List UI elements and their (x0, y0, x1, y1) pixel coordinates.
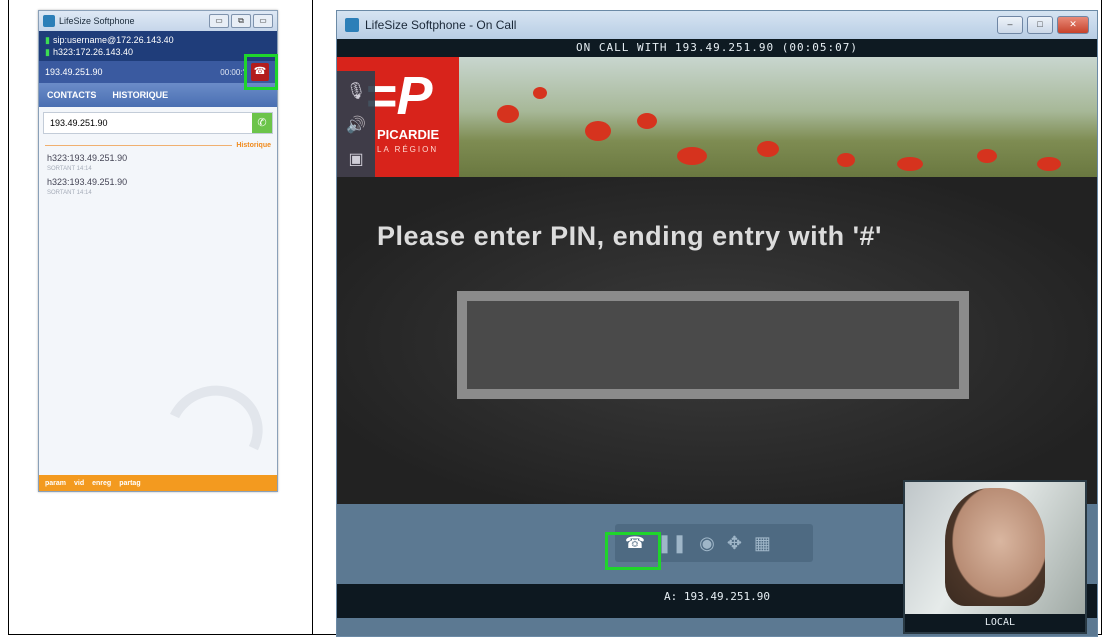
restore-button[interactable]: ⧉ (231, 14, 251, 28)
highlight-hangup-control (605, 532, 661, 570)
record-icon[interactable]: ◉ (699, 533, 715, 554)
record-button[interactable]: enreg (92, 480, 111, 487)
local-video-preview: LOCAL (903, 480, 1087, 634)
local-video-image (945, 488, 1045, 606)
account-item[interactable]: ▮ h323:172.26.143.40 (45, 46, 271, 58)
history-label: Historique (236, 142, 271, 149)
call-header: ON CALL WITH 193.49.251.90 (00:05:07) (337, 39, 1097, 57)
highlight-hangup (244, 54, 278, 90)
account-label: sip:username@172.26.143.40 (52, 35, 174, 45)
dial-bar: ✆ (43, 112, 273, 134)
logo-name: PICARDIE (377, 127, 440, 142)
call-window-title: LifeSize Softphone - On Call (365, 18, 517, 32)
phone-icon: ✆ (257, 117, 267, 129)
call-timer: 00:00:? (220, 67, 247, 77)
history-header: Historique (45, 142, 271, 149)
tab-historique[interactable]: HISTORIQUE (112, 90, 168, 100)
bottom-toolbar: param vid enreg partag (39, 475, 277, 491)
video-button[interactable]: vid (74, 480, 84, 487)
status-icon: ▮ (45, 35, 50, 45)
active-call-row: 193.49.251.90 00:00:? ☎ (39, 61, 277, 83)
active-call-address: 193.49.251.90 (45, 67, 103, 77)
move-icon[interactable]: ✥ (727, 533, 742, 554)
call-window: LifeSize Softphone - On Call – □ ✕ ON CA… (336, 10, 1098, 637)
softphone-title: LifeSize Softphone (59, 16, 135, 26)
param-button[interactable]: param (45, 480, 66, 487)
region-banner: =P PICARDIE LA RÉGION (337, 57, 1097, 177)
logo-sub: LA RÉGION (377, 145, 439, 154)
call-window-titlebar: LifeSize Softphone - On Call – □ ✕ (337, 11, 1097, 39)
speaker-icon[interactable]: 🔊 (346, 115, 366, 135)
close-button[interactable]: ▭ (253, 14, 273, 28)
pin-prompt: Please enter PIN, ending entry with '#' (377, 221, 882, 251)
divider (45, 145, 233, 146)
presentation-icon[interactable]: ▣ (348, 149, 363, 169)
tab-contacts[interactable]: CONTACTS (47, 90, 96, 100)
list-item[interactable]: h323:193.49.251.90 SORTANT 14:14 (39, 153, 277, 175)
tab-bar: CONTACTS HISTORIQUE (39, 83, 277, 107)
status-icon: ▮ (45, 47, 50, 57)
dial-input[interactable] (44, 113, 252, 133)
call-button[interactable]: ✆ (252, 113, 272, 133)
account-item[interactable]: ▮ sip:username@172.26.143.40 (45, 34, 271, 46)
account-label: h323:172.26.143.40 (52, 47, 134, 57)
softphone-titlebar: LifeSize Softphone ▭ ⧉ ▭ (39, 11, 277, 31)
maximize-button[interactable]: □ (1027, 16, 1053, 34)
minimize-button[interactable]: ▭ (209, 14, 229, 28)
history-detail: SORTANT 14:14 (47, 190, 92, 196)
lifesize-logo-icon (43, 15, 55, 27)
pause-icon[interactable]: ❚❚ (657, 533, 687, 554)
history-address: h323:193.49.251.90 (47, 153, 128, 163)
lifesize-logo-icon (345, 18, 359, 32)
softphone-window: LifeSize Softphone ▭ ⧉ ▭ ▮ sip:username@1… (38, 10, 278, 492)
microphone-icon[interactable]: 🎙 (346, 81, 366, 101)
share-button[interactable]: partag (119, 480, 140, 487)
minimize-button[interactable]: – (997, 16, 1023, 34)
close-button[interactable]: ✕ (1057, 16, 1089, 34)
account-list: ▮ sip:username@172.26.143.40 ▮ h323:172.26… (39, 31, 277, 61)
history-detail: SORTANT 14:14 (47, 166, 92, 172)
local-label: LOCAL (905, 614, 1085, 632)
watermark-logo (152, 372, 276, 492)
grid-icon[interactable]: ▦ (754, 533, 771, 554)
history-address: h323:193.49.251.90 (47, 177, 128, 187)
list-item[interactable]: h323:193.49.251.90 SORTANT 14:14 (39, 177, 277, 199)
pin-entry-box (457, 291, 969, 399)
